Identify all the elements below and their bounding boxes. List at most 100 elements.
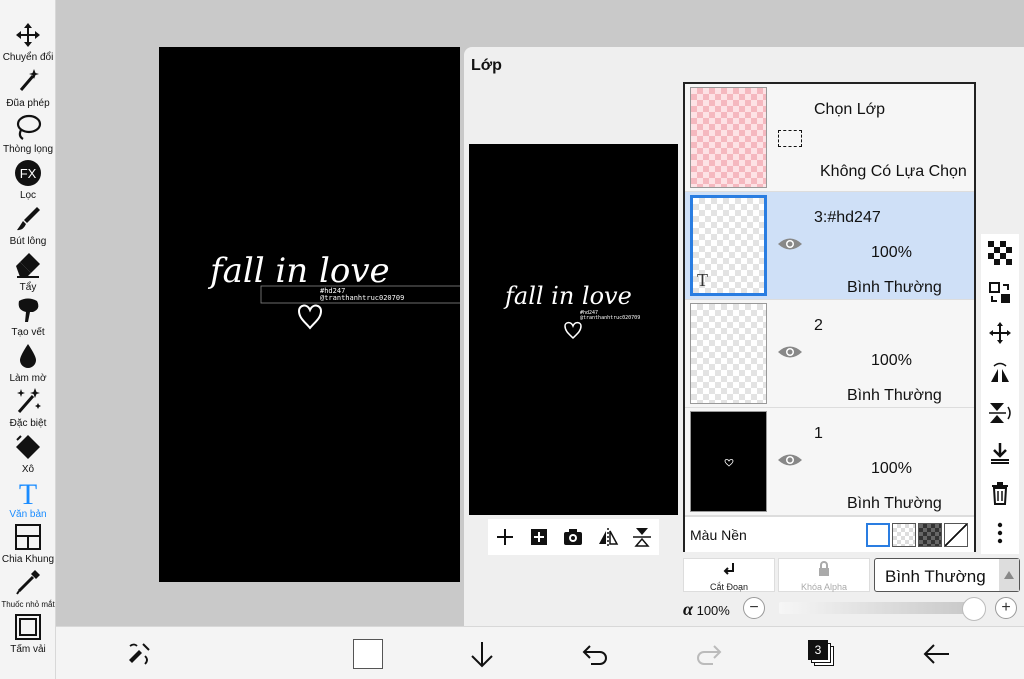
layer-thumbnail-2: [690, 303, 767, 404]
more-options-button[interactable]: [985, 518, 1015, 548]
eye-icon[interactable]: [777, 452, 803, 468]
triangle-up-icon: [1004, 571, 1014, 579]
delete-layer-button[interactable]: [985, 478, 1015, 508]
merge-down-button[interactable]: [985, 438, 1015, 468]
redo-icon: [697, 645, 722, 665]
move-layer-button[interactable]: [985, 318, 1015, 348]
bg-swatch-transparent-light[interactable]: [892, 523, 916, 547]
special-icon: [17, 388, 41, 413]
bg-swatch-white[interactable]: [866, 523, 890, 547]
bg-swatch-transparent-dark[interactable]: [918, 523, 942, 547]
flip-horizontal-icon: [991, 362, 1009, 382]
swap-icon: [989, 282, 1010, 303]
layer-row-1[interactable]: 1 100% Bình Thường: [685, 408, 974, 516]
color-swatch-button[interactable]: [351, 637, 385, 671]
layer-opacity: 100%: [871, 460, 912, 477]
selection-marquee-icon: [778, 130, 802, 147]
opacity-slider-knob[interactable]: [962, 597, 986, 621]
tool-eyedropper[interactable]: Thuốc nhỏ mắt: [0, 567, 56, 613]
layer-name: 2: [814, 317, 823, 334]
artboard[interactable]: fall in love #hd247 @tranthanhtruc020709: [159, 47, 472, 582]
layer-opacity: 100%: [871, 352, 912, 369]
clipping-label: Cắt Đoạn: [709, 582, 749, 592]
tool-label: Đặc biệt: [9, 418, 47, 429]
tool-lasso[interactable]: Thòng lọng: [0, 112, 56, 158]
layer-blend-mode: Bình Thường: [847, 387, 942, 404]
tool-magic-wand[interactable]: Đũa phép: [0, 66, 56, 112]
more-vertical-icon: [997, 522, 1003, 544]
tool-frame-divider[interactable]: Chia Khung: [0, 522, 56, 568]
camera-icon[interactable]: [562, 526, 584, 548]
selection-layer-row[interactable]: Chọn Lớp Không Có Lựa Chọn: [685, 84, 974, 192]
tool-eraser[interactable]: Tẩy: [0, 250, 56, 296]
tool-label: Lọc: [19, 190, 37, 201]
eraser-icon: [16, 253, 40, 278]
tool-bucket[interactable]: Xô: [0, 432, 56, 478]
tool-blur[interactable]: Làm mờ: [0, 341, 56, 387]
layers-button[interactable]: 3: [805, 637, 839, 671]
layer-row-2[interactable]: 2 100% Bình Thường: [685, 300, 974, 408]
blur-icon: [20, 344, 36, 368]
selection-layer-subtitle: Không Có Lựa Chọn: [820, 163, 967, 180]
tool-label: Tạo vết: [11, 327, 45, 338]
layer-name: 1: [814, 425, 823, 442]
blend-mode-arrow: [999, 559, 1019, 591]
layer-opacity: 100%: [871, 244, 912, 261]
add-layer-from-icon[interactable]: [528, 526, 550, 548]
heart-icon: [724, 459, 734, 467]
text-icon: T: [19, 478, 37, 507]
svg-text:T: T: [19, 478, 37, 507]
alpha-lock-label: Khóa Alpha: [800, 582, 848, 592]
opacity-increase-button[interactable]: +: [995, 597, 1017, 619]
undo-icon: [582, 645, 607, 665]
opacity-decrease-button[interactable]: −: [743, 597, 765, 619]
current-color-swatch: [353, 639, 383, 669]
tool-label: Bút lông: [9, 236, 47, 247]
add-layer-icon[interactable]: [494, 526, 516, 548]
opacity-readout: α 100%: [683, 599, 730, 620]
tool-brush[interactable]: Bút lông: [0, 204, 56, 250]
layer-thumbnail-1: [690, 411, 767, 512]
tool-transform[interactable]: Chuyển đổi: [0, 20, 56, 66]
arrow-down-icon: [471, 642, 493, 668]
opacity-slider[interactable]: [779, 602, 971, 614]
clipping-button[interactable]: Cắt Đoạn: [683, 558, 775, 592]
flip-horizontal-icon[interactable]: [597, 526, 619, 548]
tool-label: Tẩy: [19, 282, 37, 293]
merge-down-icon: [991, 443, 1009, 464]
tool-sidebar: Chuyển đổi Đũa phép Thòng lọng FX Lọc Bú…: [0, 0, 56, 679]
tool-label: Thòng lọng: [2, 144, 54, 155]
bg-swatch-none[interactable]: [944, 523, 968, 547]
swap-layer-button[interactable]: [985, 278, 1015, 308]
alpha-lock-button[interactable]: Khóa Alpha: [778, 558, 870, 592]
tool-label: Làm mờ: [9, 373, 47, 384]
flip-vertical-icon[interactable]: [631, 526, 653, 548]
brush-icon: [17, 207, 40, 231]
redo-button[interactable]: [692, 637, 726, 671]
preview-art-text: fall in love: [503, 282, 632, 310]
flip-h-button[interactable]: [985, 358, 1015, 388]
tool-text[interactable]: T Văn bản: [0, 477, 56, 523]
layer-row-3[interactable]: T 3:#hd247 100% Bình Thường: [685, 192, 974, 300]
tool-canvas[interactable]: Tấm vải: [0, 612, 56, 658]
eye-icon[interactable]: [777, 236, 803, 252]
undo-button[interactable]: [578, 637, 612, 671]
tool-special[interactable]: Đặc biệt: [0, 386, 56, 432]
canvas-icon: [15, 614, 41, 640]
tool-smudge[interactable]: Tạo vết: [0, 295, 56, 341]
arrow-left-icon: [923, 644, 949, 664]
tool-filter[interactable]: FX Lọc: [0, 158, 56, 204]
back-button[interactable]: [919, 637, 953, 671]
layer-tools-column: [981, 234, 1019, 554]
flip-v-button[interactable]: [985, 398, 1015, 428]
checker-button[interactable]: [985, 238, 1015, 268]
text-layer-icon: T: [697, 270, 708, 290]
download-button[interactable]: [465, 637, 499, 671]
artwork: fall in love #hd247 @tranthanhtruc020709: [207, 251, 472, 330]
frame-divider-icon: [15, 524, 41, 550]
bottom-toolbar: 3: [56, 626, 1024, 679]
blend-mode-select[interactable]: Bình Thường: [874, 558, 1020, 592]
quick-menu-button[interactable]: [122, 637, 156, 671]
layer-blend-mode: Bình Thường: [847, 279, 942, 296]
eye-icon[interactable]: [777, 344, 803, 360]
